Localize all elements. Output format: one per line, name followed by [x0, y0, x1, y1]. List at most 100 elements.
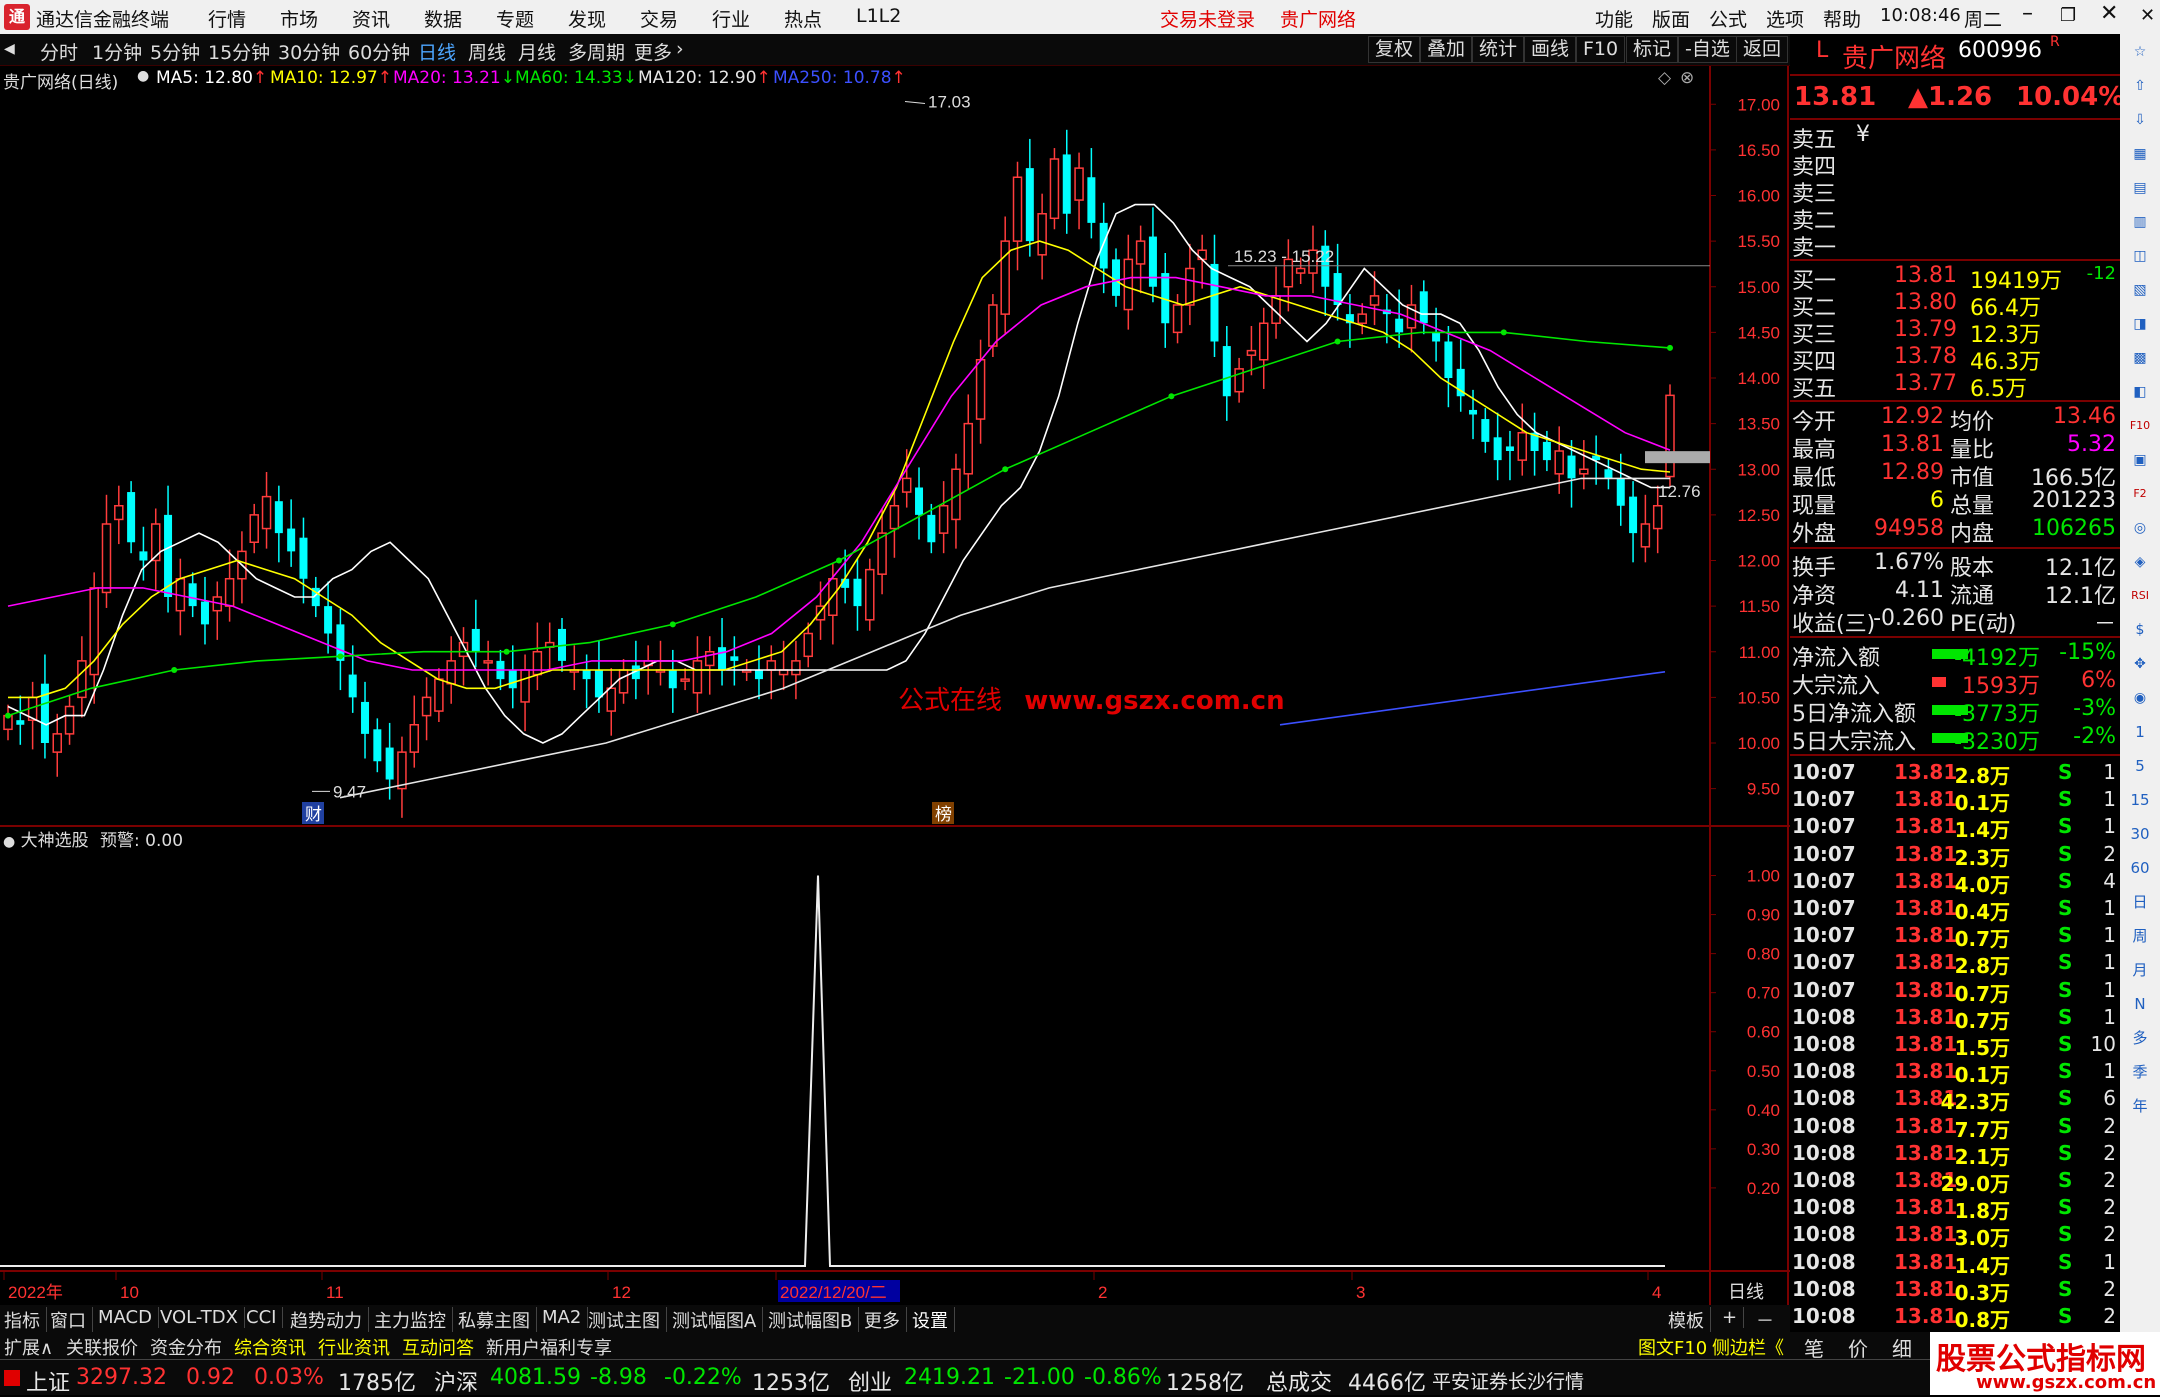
sidebar-icon[interactable]: ▧ — [2128, 278, 2152, 302]
tab-zhulijiankong[interactable]: 主力监控 — [374, 1307, 453, 1333]
tab-macd[interactable]: MACD — [98, 1307, 159, 1328]
menu-bangzhu[interactable]: 帮助 — [1823, 5, 1861, 32]
menu-hangye[interactable]: 行业 — [712, 5, 750, 32]
tab-vol-tdx[interactable]: VOL-TDX — [160, 1307, 245, 1328]
chevron-right-icon[interactable]: › — [676, 38, 684, 60]
sidebar-icon[interactable]: 15 — [2128, 788, 2152, 812]
sidebar-icon[interactable]: ☆ — [2128, 40, 2152, 64]
tab-xinyonghu[interactable]: 新用户福利专享 — [486, 1334, 612, 1360]
panel-tab[interactable]: 价 — [1848, 1333, 1868, 1362]
sidebar-icon[interactable]: 周 — [2128, 924, 2152, 948]
sidebar-icon[interactable]: ◉ — [2128, 686, 2152, 710]
menu-faxian[interactable]: 发现 — [568, 5, 606, 32]
zoom-out-button[interactable]: － — [1756, 1307, 1780, 1333]
menu-zixun[interactable]: 资讯 — [352, 5, 390, 32]
tab-chuangkou[interactable]: 窗口 — [50, 1307, 93, 1333]
kline-chart[interactable]: 17.00 16.50 16.00 15.50 15.00 14.50 14.00 13.50… — [0, 66, 1790, 1305]
sidebar-icon[interactable]: F10 — [2128, 414, 2152, 438]
tab-ceshifutub[interactable]: 测试幅图B — [768, 1307, 860, 1333]
close-icon[interactable]: ✕ — [2100, 1, 2118, 26]
zoom-in-button[interactable]: + — [1722, 1307, 1745, 1328]
sidebar-icon[interactable]: 年 — [2128, 1094, 2152, 1118]
sidebar-icon[interactable]: 日 — [2128, 890, 2152, 914]
menu-l1l2[interactable]: L1L2 — [856, 5, 901, 27]
biaoji-button[interactable]: 标记 — [1626, 36, 1679, 63]
menu-banmian[interactable]: 版面 — [1652, 5, 1690, 32]
sidebar-expand-icon[interactable]: ✕ — [2140, 5, 2155, 26]
collapse-icon[interactable]: ◀ — [4, 41, 15, 57]
menu-shichang[interactable]: 市场 — [280, 5, 318, 32]
sidebar-icon[interactable]: ▩ — [2128, 346, 2152, 370]
sidebar-icon[interactable]: ⇩ — [2128, 108, 2152, 132]
period-5min[interactable]: 5分钟 — [150, 38, 200, 65]
sidebar-icon[interactable]: 60 — [2128, 856, 2152, 880]
sidebar-icon[interactable]: ◨ — [2128, 312, 2152, 336]
sidebar-icon[interactable]: ▤ — [2128, 176, 2152, 200]
tab-qushidongli[interactable]: 趋势动力 — [290, 1307, 369, 1333]
sidebar-icon[interactable]: $ — [2128, 618, 2152, 642]
period-fenshi[interactable]: 分时 — [40, 38, 78, 65]
sidebar-icon[interactable]: 多 — [2128, 1026, 2152, 1050]
period-monthly[interactable]: 月线 — [518, 38, 556, 65]
panel-tab[interactable]: 笔 — [1804, 1333, 1824, 1362]
tab-shezhi[interactable]: 设置 — [912, 1307, 955, 1333]
sidebar-icon[interactable]: ▣ — [2128, 448, 2152, 472]
menu-redian[interactable]: 热点 — [784, 5, 822, 32]
panel-tab[interactable]: 细 — [1892, 1333, 1912, 1362]
menu-jiaoyi[interactable]: 交易 — [640, 5, 678, 32]
fanhui-button[interactable]: 返回 — [1736, 36, 1789, 63]
period-15min[interactable]: 15分钟 — [208, 38, 270, 65]
tab-kuozhan[interactable]: 扩展∧ — [4, 1334, 53, 1360]
restore-icon[interactable]: ❐ — [2060, 5, 2076, 26]
sidebar-icon[interactable]: 1 — [2128, 720, 2152, 744]
sidebar-icon[interactable]: RSI — [2128, 584, 2152, 608]
sidebar-icon[interactable]: ⇧ — [2128, 74, 2152, 98]
sidebar-icon[interactable]: ◧ — [2128, 380, 2152, 404]
sidebar-icon[interactable]: F2 — [2128, 482, 2152, 506]
template-button[interactable]: 模板 — [1668, 1307, 1711, 1333]
tab-zijinfenbu[interactable]: 资金分布 — [150, 1334, 222, 1360]
sidebar-icon[interactable]: ◫ — [2128, 244, 2152, 268]
tab-zhibiao[interactable]: 指标 — [4, 1307, 47, 1333]
sidebar-icon[interactable]: 月 — [2128, 958, 2152, 982]
sidebar-icon[interactable]: ✥ — [2128, 652, 2152, 676]
sidebar-icon[interactable]: 30 — [2128, 822, 2152, 846]
period-weekly[interactable]: 周线 — [468, 38, 506, 65]
f10-button[interactable]: F10 — [1576, 36, 1626, 63]
huaxian-button[interactable]: 画线 — [1524, 36, 1577, 63]
sidebar-icon[interactable]: 季 — [2128, 1060, 2152, 1084]
indicator-settings-icon[interactable]: ● — [3, 834, 15, 850]
menu-hangqing[interactable]: 行情 — [208, 5, 246, 32]
period-more[interactable]: 更多 — [634, 38, 672, 65]
fuquan-button[interactable]: 复权 — [1368, 36, 1421, 63]
sidebar-icon[interactable]: ▥ — [2128, 210, 2152, 234]
sidebar-icon[interactable]: 5 — [2128, 754, 2152, 778]
menu-shuju[interactable]: 数据 — [424, 5, 462, 32]
tab-tuwenf10[interactable]: 图文F10 — [1638, 1334, 1707, 1360]
tab-simuzhutu[interactable]: 私募主图 — [458, 1307, 537, 1333]
menu-gongshi[interactable]: 公式 — [1709, 5, 1747, 32]
tab-hangyezixun[interactable]: 行业资讯 — [318, 1334, 390, 1360]
diejia-button[interactable]: 叠加 — [1420, 36, 1473, 63]
menu-xuanxiang[interactable]: 选项 — [1766, 5, 1804, 32]
tab-ma2[interactable]: MA2 — [542, 1307, 589, 1328]
login-status[interactable]: 交易未登录 — [1160, 5, 1255, 32]
minimize-icon[interactable]: – — [2022, 1, 2033, 26]
period-daily[interactable]: 日线 — [418, 38, 456, 65]
tab-guanlianbaojia[interactable]: 关联报价 — [66, 1334, 138, 1360]
tab-zonghezixun[interactable]: 综合资讯 — [234, 1334, 306, 1360]
tab-cci[interactable]: CCI — [246, 1307, 284, 1328]
period-multi[interactable]: 多周期 — [568, 38, 625, 65]
sidebar-icon[interactable]: N — [2128, 992, 2152, 1016]
zixuan-button[interactable]: -自选 — [1678, 36, 1737, 63]
period-60min[interactable]: 60分钟 — [348, 38, 410, 65]
tab-ceshizhutu[interactable]: 测试主图 — [588, 1307, 667, 1333]
period-30min[interactable]: 30分钟 — [278, 38, 340, 65]
menu-gongneng[interactable]: 功能 — [1595, 5, 1633, 32]
sidebar-icon[interactable]: ▦ — [2128, 142, 2152, 166]
tongji-button[interactable]: 统计 — [1472, 36, 1525, 63]
tab-hudongwenda[interactable]: 互动问答 — [402, 1334, 474, 1360]
tab-ceshifutua[interactable]: 测试幅图A — [672, 1307, 764, 1333]
tab-gengduo[interactable]: 更多 — [864, 1307, 907, 1333]
sidebar-icon[interactable]: ◎ — [2128, 516, 2152, 540]
